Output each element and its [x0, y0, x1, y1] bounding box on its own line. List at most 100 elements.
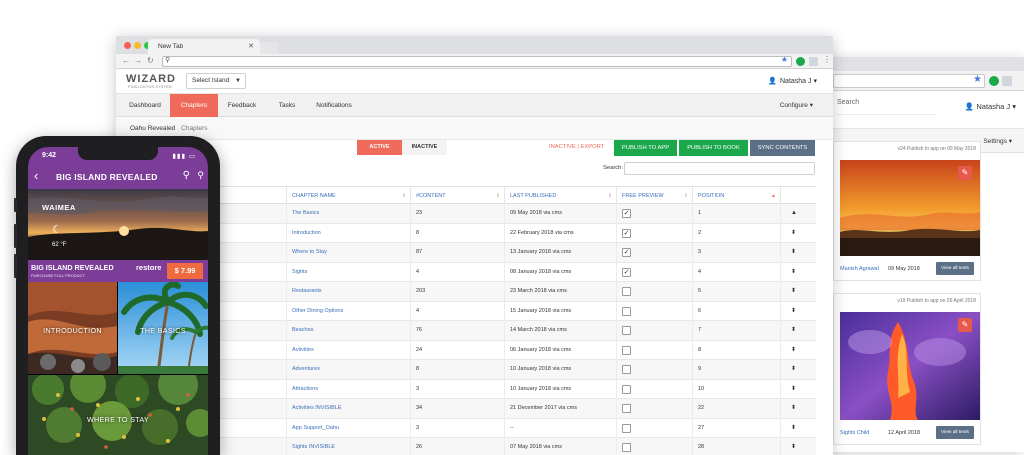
reorder-arrows-icon[interactable]: ⬍ [791, 380, 796, 400]
weather-banner[interactable]: WAIMEA ☾ 62 °F [28, 189, 208, 260]
nav-tasks[interactable]: Tasks [266, 94, 308, 117]
new-tab-button[interactable] [260, 42, 278, 54]
browser-menu-icon[interactable]: ⋮ [823, 55, 831, 64]
sort-icon[interactable]: ⇕ [684, 187, 688, 205]
column-header-last-published[interactable]: LAST PUBLISHED ⇕ [504, 187, 616, 205]
free-preview-checkbox-checked[interactable]: ✓ [622, 228, 631, 238]
table-row[interactable]: staurantRestaurants20323 March 2018 via … [116, 282, 816, 302]
bookmark-star-icon[interactable]: ★ [781, 55, 788, 64]
extension-icon[interactable] [989, 76, 999, 86]
sort-icon[interactable]: ⇕ [496, 187, 500, 205]
edit-pencil-icon[interactable]: ✎ [958, 166, 972, 180]
free-preview-checkbox[interactable] [622, 326, 631, 335]
table-row[interactable]: lsIntroduction822 February 2018 via cms✓… [116, 223, 816, 244]
reorder-arrows-icon[interactable]: ⬍ [791, 282, 796, 302]
reload-icon[interactable]: ↻ [147, 56, 154, 65]
free-preview-checkbox[interactable] [622, 384, 631, 394]
table-row[interactable]: lsThe Basics2309 May 2018 via cms✓1▲ [116, 204, 816, 224]
map-pin-icon[interactable]: ⚲ [197, 170, 204, 181]
nav-notifications[interactable]: Notifications [308, 94, 360, 117]
table-row[interactable]: lsBeaches7614 March 2018 via cms7⬍ [116, 321, 816, 341]
chapter-name-link[interactable]: Introduction [286, 223, 410, 243]
chapter-tile-where-to-stay[interactable]: WHERE TO STAY [28, 375, 208, 455]
chapter-tile-introduction[interactable]: INTRODUCTION [28, 282, 117, 374]
column-header-free-preview[interactable]: FREE PREVIEW ⇕ [616, 187, 692, 205]
chapter-name-link[interactable]: Activities [286, 340, 410, 360]
reorder-arrows-icon[interactable]: ⬍ [791, 321, 796, 341]
publish-to-app-button[interactable]: PUBLISH TO APP [614, 140, 677, 156]
restore-button[interactable]: restore [136, 263, 161, 272]
publish-to-book-button[interactable]: PUBLISH TO BOOK [679, 140, 748, 156]
chapter-name-link[interactable]: Where to Stay [286, 243, 410, 263]
filter-active-button[interactable]: ACTIVE [357, 140, 402, 155]
browser-tab[interactable]: New Tab ✕ [148, 39, 260, 54]
table-row[interactable]: lsAdventures810 January 2018 via cms9⬍ [116, 360, 816, 380]
filter-inactive-button[interactable]: INACTIVE [402, 140, 447, 155]
reorder-arrows-icon[interactable]: ⬍ [791, 419, 796, 439]
free-preview-checkbox-checked[interactable]: ✓ [622, 267, 631, 277]
column-header-content[interactable]: #CONTENT ⇕ [410, 187, 504, 205]
table-search-input[interactable] [624, 162, 815, 175]
configure-menu[interactable]: Configure ▾ [780, 94, 813, 117]
back-arrow-icon[interactable]: ← [122, 56, 130, 65]
search-icon[interactable]: ⚲ [183, 170, 190, 181]
chapter-tile-the-basics[interactable]: THE BASICS [118, 282, 208, 374]
minimize-window-icon[interactable] [134, 42, 141, 49]
nav-chapters[interactable]: Chapters [170, 94, 218, 117]
table-row[interactable]: lsOther Dining Options415 January 2018 v… [116, 301, 816, 322]
close-tab-icon[interactable]: ✕ [248, 39, 254, 54]
free-preview-checkbox[interactable] [622, 404, 631, 413]
reorder-arrows-icon[interactable]: ⬍ [791, 399, 796, 419]
chapter-name-link[interactable]: Attractions [286, 379, 410, 399]
table-row[interactable]: lsAttractions310 January 2018 via cms10⬍ [116, 379, 816, 400]
back-chevron-icon[interactable]: ‹ [34, 168, 38, 183]
chapter-name-link[interactable]: Adventures [286, 360, 410, 380]
free-preview-checkbox[interactable] [622, 365, 631, 374]
free-preview-checkbox[interactable] [622, 443, 631, 452]
chapter-name-link[interactable]: The Basics [286, 204, 410, 224]
sort-icon[interactable]: ⇕ [608, 187, 612, 205]
free-preview-checkbox-checked[interactable]: ✓ [622, 248, 631, 257]
version-author[interactable]: Manish Agrawal [840, 266, 879, 272]
nav-feedback[interactable]: Feedback [218, 94, 266, 117]
table-row[interactable]: lsSights INVISIBLE2607 May 2018 via cms2… [116, 438, 816, 455]
carousel-pager[interactable] [98, 251, 128, 260]
user-menu[interactable]: 👤 Natasha J ▾ [768, 77, 817, 85]
reorder-arrows-icon[interactable]: ⬍ [791, 302, 796, 322]
close-window-icon[interactable] [124, 42, 131, 49]
free-preview-checkbox-checked[interactable]: ✓ [622, 209, 631, 218]
free-preview-checkbox[interactable] [622, 345, 631, 355]
free-preview-checkbox[interactable] [622, 306, 631, 316]
reorder-arrows-icon[interactable]: ⬍ [791, 263, 796, 283]
version-author[interactable]: Sights Child [840, 430, 869, 436]
table-row[interactable]: lsSights408 January 2018 via cms✓4⬍ [116, 262, 816, 283]
table-row[interactable]: staurantWhere to Stay8713 January 2018 v… [116, 243, 816, 263]
chapter-name-link[interactable]: Sights [286, 262, 410, 282]
nav-dashboard[interactable]: Dashboard [120, 94, 170, 117]
sync-contents-button[interactable]: SYNC CONTENTS [750, 140, 815, 156]
chapter-name-link[interactable]: App Support_Oahu [286, 418, 410, 438]
reorder-arrows-icon[interactable]: ⬍ [791, 224, 796, 244]
chapter-name-link[interactable]: Beaches [286, 321, 410, 341]
forward-arrow-icon[interactable]: → [134, 56, 142, 65]
back-user-menu[interactable]: 👤 Natasha J ▾ [965, 102, 1016, 111]
chapter-name-link[interactable]: Activities INVISIBLE [286, 399, 410, 419]
table-row[interactable]: lsActivities INVISIBLE3421 December 2017… [116, 399, 816, 419]
extension-icon[interactable] [796, 57, 805, 66]
column-header-chapter-name[interactable]: CHAPTER NAME ⇕ [286, 187, 410, 205]
inactive-export-link[interactable]: INACTIVE | EXPORT [549, 140, 604, 155]
move-up-icon[interactable]: ▲ [791, 204, 797, 224]
breadcrumb-oahu-revealed[interactable]: Oahu Revealed [130, 125, 175, 132]
chapter-name-link[interactable]: Sights INVISIBLE [286, 438, 410, 455]
free-preview-checkbox[interactable] [622, 423, 631, 433]
sort-icon[interactable]: ⇕ [402, 187, 406, 205]
reorder-arrows-icon[interactable]: ⬍ [791, 360, 796, 380]
cast-icon[interactable] [1002, 76, 1012, 86]
url-input[interactable]: ⚲ ★ [162, 55, 792, 67]
sort-asc-icon[interactable]: ▲ [771, 187, 776, 205]
chapter-name-link[interactable]: Other Dining Options [286, 301, 410, 321]
chapter-name-link[interactable]: Restaurants [286, 282, 410, 302]
bookmark-star-icon[interactable]: ★ [973, 74, 982, 85]
reorder-arrows-icon[interactable]: ⬍ [791, 341, 796, 361]
edit-pencil-icon[interactable]: ✎ [958, 318, 972, 332]
